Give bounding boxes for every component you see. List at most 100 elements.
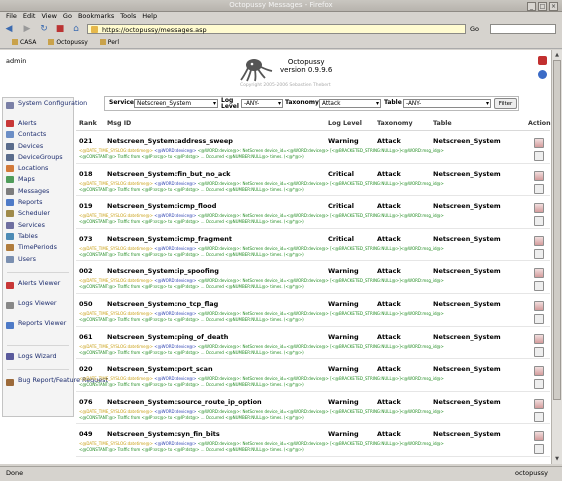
sidebar-item-maps[interactable]: Maps	[3, 174, 73, 185]
scroll-up-icon[interactable]: ▲	[553, 51, 561, 59]
users-icon	[6, 255, 14, 263]
sidebar-item-system-configuration[interactable]: System Configuration	[3, 98, 87, 118]
close-button[interactable]: ×	[549, 2, 558, 11]
column-header-msg-id[interactable]: Msg ID	[107, 120, 131, 127]
go-button[interactable]: Go	[470, 24, 479, 34]
sidebar-item-devicegroups[interactable]: DeviceGroups	[3, 152, 73, 163]
sidebar-item-contacts[interactable]: Contacts	[3, 129, 73, 140]
menu-edit[interactable]: Edit	[23, 12, 36, 21]
remove-icon[interactable]	[534, 151, 544, 161]
sidebar-item-logs-viewer[interactable]: Logs Viewer	[3, 298, 73, 318]
remove-icon[interactable]	[534, 248, 544, 259]
remove-icon[interactable]	[534, 216, 544, 227]
reload-icon[interactable]: ↻	[38, 24, 50, 35]
menu-go[interactable]: Go	[63, 12, 72, 21]
help-icon[interactable]	[538, 70, 547, 79]
edit-icon[interactable]	[534, 333, 544, 344]
logout-icon[interactable]	[538, 56, 547, 65]
sidebar-item-users[interactable]: Users	[3, 254, 73, 265]
pattern-device: <@WORD:device@>	[152, 310, 198, 316]
row-log-level: Warning	[328, 397, 359, 406]
loglevel-select[interactable]: -ANY-	[241, 99, 283, 108]
remove-icon[interactable]	[534, 411, 544, 422]
sidebar-item-timeperiods[interactable]: TimePeriods	[3, 242, 73, 253]
row-msg-id[interactable]: Netscreen_System:no_tcp_flag	[107, 300, 218, 308]
remove-icon[interactable]	[534, 379, 544, 390]
bookmark-perl[interactable]: Perl	[94, 38, 119, 48]
sidebar-item-locations[interactable]: Locations	[3, 163, 73, 174]
row-pattern-line1: <@DATE_TIME_SYSLOG:datetime@> <@WORD:dev…	[79, 246, 519, 251]
column-header-table[interactable]: Table	[433, 120, 452, 127]
filter-button[interactable]: Filter	[494, 98, 517, 109]
sidebar-item-devices[interactable]: Devices	[3, 141, 73, 152]
brand-name: Octopussy	[287, 58, 325, 66]
remove-icon[interactable]	[534, 444, 544, 455]
status-text: Done	[6, 469, 24, 477]
back-icon[interactable]: ◀	[3, 24, 15, 35]
messages-table: Rank Msg ID Log Level Taxonomy Table Action 0…	[76, 118, 551, 457]
menu-bookmarks[interactable]: Bookmarks	[78, 12, 114, 21]
sidebar-item-bug-report-feature-request[interactable]: Bug Report/Feature Request	[3, 375, 108, 395]
row-msg-id[interactable]: Netscreen_System:ping_of_death	[107, 333, 228, 341]
column-header-rank[interactable]: Rank	[79, 120, 97, 127]
edit-icon[interactable]	[534, 398, 544, 409]
column-header-action[interactable]: Action	[528, 120, 551, 127]
minimize-button[interactable]: _	[527, 2, 536, 11]
forward-icon[interactable]: ▶	[21, 24, 33, 35]
sidebar-item-messages[interactable]: Messages	[3, 186, 73, 197]
sidebar-item-reports[interactable]: Reports	[3, 197, 73, 208]
sidebar-item-services[interactable]: Services	[3, 220, 73, 231]
sidebar-item-alerts[interactable]: Alerts	[3, 118, 73, 129]
row-msg-id[interactable]: Netscreen_System:icmp_fragment	[107, 235, 232, 243]
sidebar-item-tables[interactable]: Tables	[3, 231, 73, 242]
edit-icon[interactable]	[534, 138, 544, 148]
row-msg-id[interactable]: Netscreen_System:address_sweep	[107, 137, 233, 145]
scroll-down-icon[interactable]: ▼	[553, 455, 561, 463]
row-pattern-line1: <@DATE_TIME_SYSLOG:datetime@> <@WORD:dev…	[79, 376, 519, 381]
edit-icon[interactable]	[534, 235, 544, 246]
remove-icon[interactable]	[534, 313, 544, 324]
wizard-icon	[6, 352, 14, 360]
row-msg-id[interactable]: Netscreen_System:icmp_flood	[107, 202, 216, 210]
edit-icon[interactable]	[534, 431, 544, 442]
edit-icon[interactable]	[534, 268, 544, 279]
vertical-scrollbar[interactable]: ▲ ▼	[551, 50, 562, 464]
url-input[interactable]: https://octopussy/messages.asp	[87, 24, 466, 34]
column-header-log-level[interactable]: Log Level	[328, 120, 362, 127]
scroll-thumb[interactable]	[553, 60, 561, 400]
taxonomy-select[interactable]: Attack	[319, 99, 381, 108]
edit-icon[interactable]	[534, 366, 544, 377]
table-label: Table	[384, 99, 402, 106]
sidebar-item-alerts-viewer[interactable]: Alerts Viewer	[3, 278, 73, 298]
table-select[interactable]: -ANY-	[403, 99, 491, 108]
row-taxonomy: Attack	[377, 202, 401, 211]
row-msg-id[interactable]: Netscreen_System:syn_fin_bits	[107, 430, 220, 438]
row-msg-id[interactable]: Netscreen_System:fin_but_no_ack	[107, 170, 231, 178]
edit-icon[interactable]	[534, 170, 544, 181]
menu-file[interactable]: File	[6, 12, 17, 21]
sidebar-item-reports-viewer[interactable]: Reports Viewer	[3, 318, 73, 338]
row-msg-id[interactable]: Netscreen_System:source_route_ip_option	[107, 398, 262, 406]
bookmark-casa[interactable]: CASA	[6, 38, 36, 48]
stop-icon[interactable]: ■	[54, 24, 66, 35]
home-icon[interactable]: ⌂	[70, 24, 82, 35]
row-pattern-line1: <@DATE_TIME_SYSLOG:datetime@> <@WORD:dev…	[79, 344, 519, 349]
edit-icon[interactable]	[534, 203, 544, 214]
edit-icon[interactable]	[534, 300, 544, 311]
sidebar-item-logs-wizard[interactable]: Logs Wizard	[3, 351, 73, 362]
menu-tools[interactable]: Tools	[120, 12, 136, 21]
search-input[interactable]	[490, 24, 556, 34]
bookmark-octopussy[interactable]: Octopussy	[42, 38, 88, 48]
row-table: Netscreen_System	[433, 234, 501, 243]
column-header-taxonomy[interactable]: Taxonomy	[377, 120, 413, 127]
sidebar-item-scheduler[interactable]: Scheduler	[3, 208, 73, 219]
remove-icon[interactable]	[534, 281, 544, 292]
remove-icon[interactable]	[534, 183, 544, 194]
remove-icon[interactable]	[534, 346, 544, 357]
row-msg-id[interactable]: Netscreen_System:port_scan	[107, 365, 213, 373]
service-select[interactable]: Netscreen_System	[134, 99, 218, 108]
row-msg-id[interactable]: Netscreen_System:ip_spoofing	[107, 267, 219, 275]
menu-view[interactable]: View	[41, 12, 56, 21]
maximize-button[interactable]: □	[538, 2, 547, 11]
menu-help[interactable]: Help	[142, 12, 157, 21]
